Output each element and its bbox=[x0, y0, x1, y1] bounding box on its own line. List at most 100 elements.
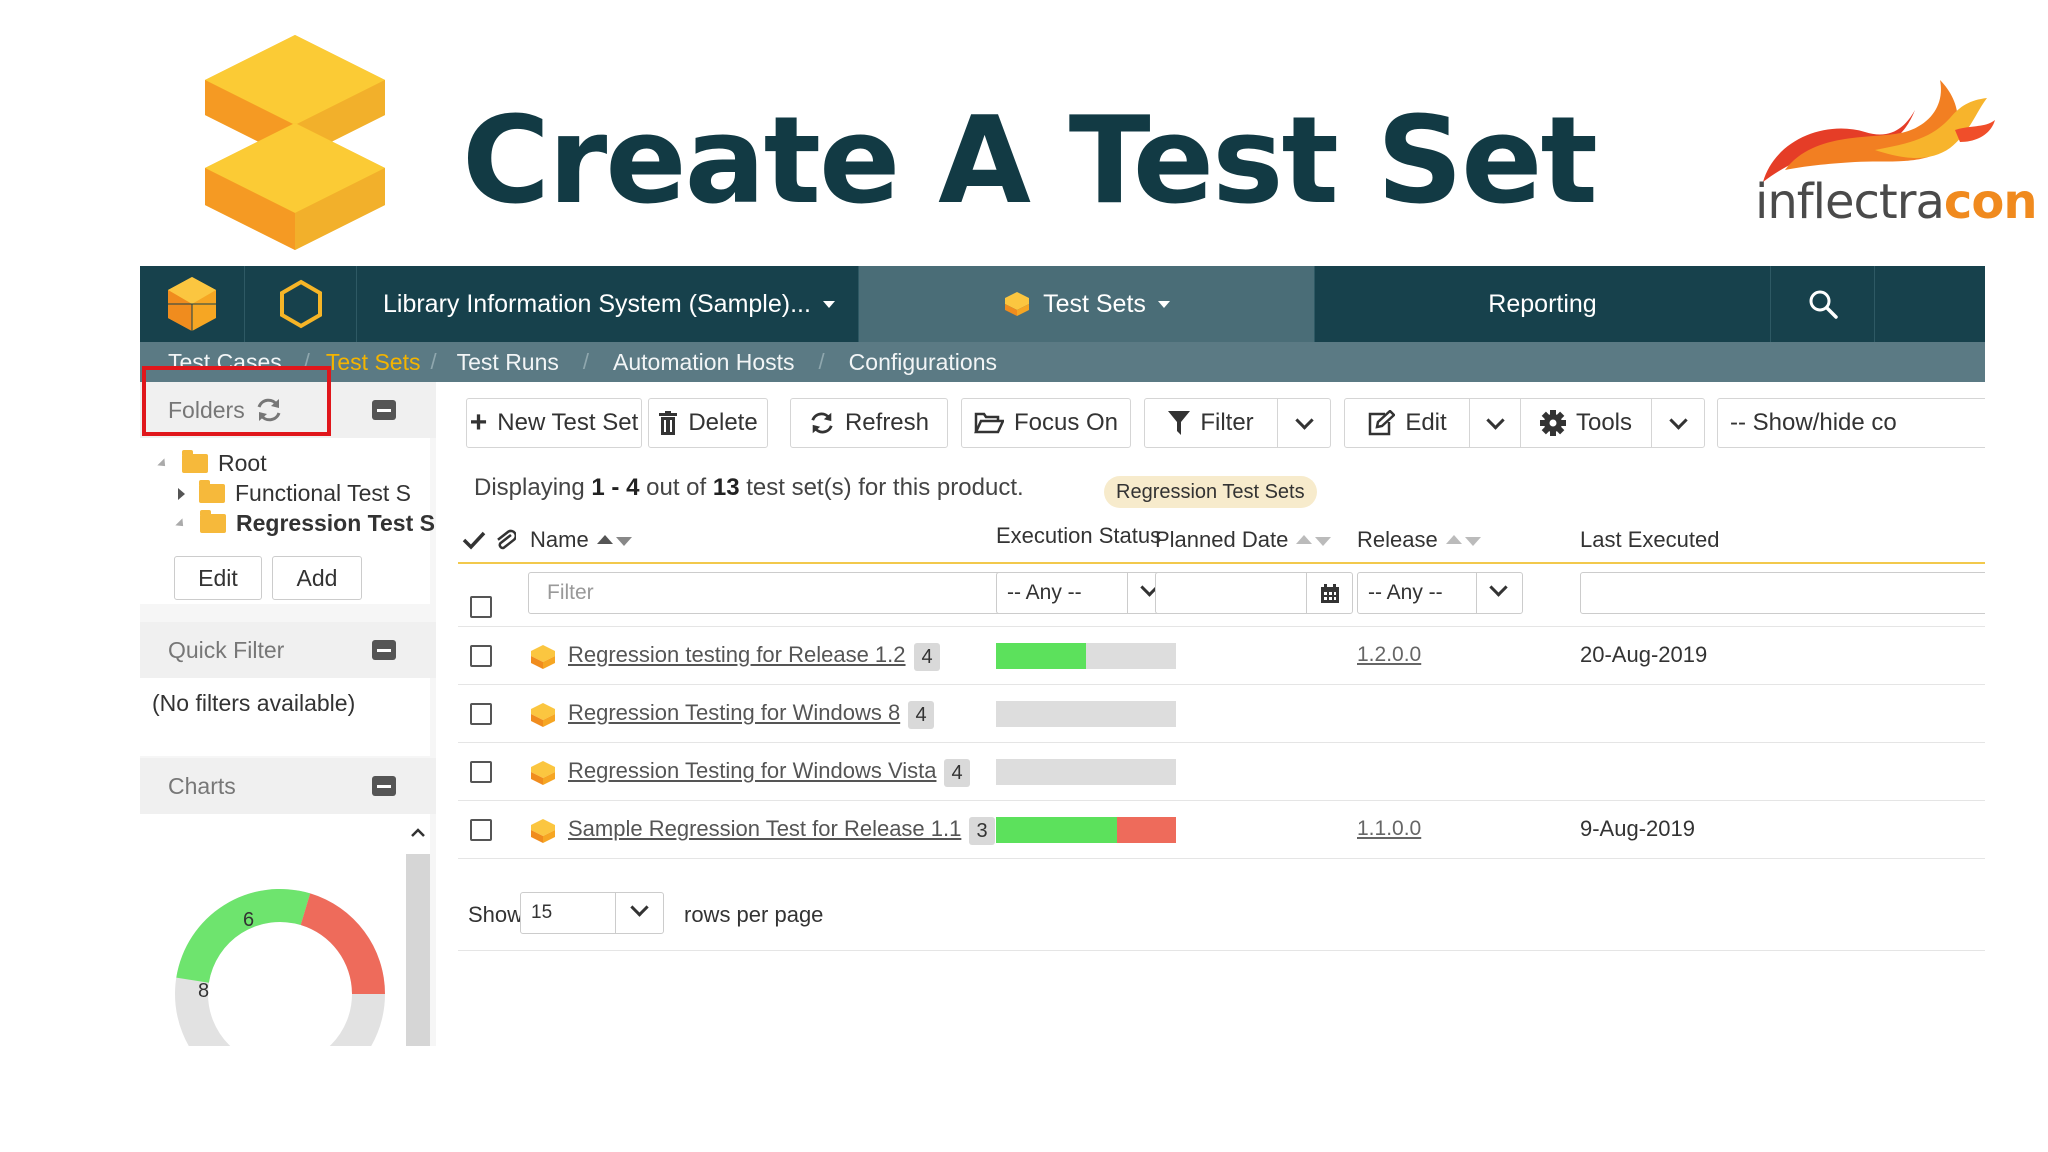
add-folder-button[interactable]: Add bbox=[272, 556, 362, 600]
last-executed-filter-input[interactable] bbox=[1580, 572, 1985, 614]
calendar-icon[interactable] bbox=[1320, 584, 1340, 604]
test-set-icon bbox=[531, 761, 555, 785]
release-link[interactable]: 1.2.0.0 bbox=[1357, 643, 1421, 667]
display-prefix: Displaying bbox=[474, 474, 585, 501]
edit-button[interactable]: Edit bbox=[1344, 398, 1470, 448]
edit-dropdown-toggle[interactable] bbox=[1469, 398, 1521, 448]
breadcrumb-separator: / bbox=[818, 349, 825, 374]
column-release-label: Release bbox=[1357, 527, 1438, 552]
filter-label: Filter bbox=[1200, 409, 1254, 436]
page-size-select[interactable]: 15 bbox=[520, 892, 664, 934]
row-checkbox[interactable] bbox=[470, 761, 492, 783]
test-set-name-link[interactable]: Sample Regression Test for Release 1.1 bbox=[568, 816, 961, 842]
release-filter-select[interactable]: -- Any -- bbox=[1357, 572, 1523, 614]
filter-dropdown-toggle[interactable] bbox=[1277, 398, 1331, 448]
subnav-test-runs[interactable]: Test Runs bbox=[457, 349, 559, 376]
quick-filter-header: Quick Filter bbox=[140, 622, 436, 678]
brand-text-part2: con bbox=[1943, 174, 2038, 230]
delete-button[interactable]: Delete bbox=[648, 398, 768, 448]
range-end: 4 bbox=[626, 474, 640, 501]
inflectracon-wordmark: inflectracon bbox=[1755, 172, 2037, 232]
collapse-folders-button[interactable] bbox=[372, 400, 396, 420]
reporting-link[interactable]: Reporting bbox=[1315, 266, 1771, 342]
range-dash: - bbox=[611, 474, 620, 501]
collapse-charts-button[interactable] bbox=[372, 776, 396, 796]
spira-logo-icon bbox=[168, 277, 216, 331]
select-all-checkmark-icon[interactable] bbox=[462, 522, 486, 558]
test-set-icon bbox=[1005, 292, 1030, 316]
row-checkbox[interactable] bbox=[470, 819, 492, 841]
select-divider bbox=[1127, 573, 1128, 613]
sort-arrows-icon[interactable] bbox=[596, 534, 632, 546]
refresh-button[interactable]: Refresh bbox=[790, 398, 948, 448]
column-header-release[interactable]: Release bbox=[1357, 522, 1481, 558]
tools-dropdown-toggle[interactable] bbox=[1651, 398, 1705, 448]
column-header-execution-status: Execution Status bbox=[996, 518, 1161, 554]
row-checkbox[interactable] bbox=[470, 645, 492, 667]
column-name-label: Name bbox=[530, 527, 589, 552]
tree-regression[interactable]: Regression Test S bbox=[175, 510, 435, 537]
main-content: + New Test Set Delete Refresh Focus On F… bbox=[458, 382, 1985, 1046]
workspace-hexagon-button[interactable] bbox=[245, 266, 357, 342]
edit-folder-button[interactable]: Edit bbox=[174, 556, 262, 600]
column-header-name[interactable]: Name bbox=[530, 522, 632, 558]
tree-functional[interactable]: Functional Test S bbox=[178, 480, 411, 507]
execution-status-filter-select[interactable]: -- Any -- bbox=[996, 572, 1176, 614]
checkmark-icon bbox=[462, 531, 486, 550]
search-button[interactable] bbox=[1771, 266, 1875, 342]
donut-segment-failed[interactable] bbox=[300, 893, 385, 994]
chart-scrollbar[interactable] bbox=[406, 854, 430, 1046]
collapse-quick-filter-button[interactable] bbox=[372, 640, 396, 660]
scroll-up-icon[interactable] bbox=[411, 828, 425, 837]
execution-status-bar bbox=[996, 701, 1176, 727]
row-divider bbox=[458, 800, 1985, 801]
folder-icon bbox=[182, 450, 208, 473]
subnav-configurations[interactable]: Configurations bbox=[849, 349, 997, 376]
caret-down-icon bbox=[1157, 300, 1170, 308]
no-filters-text: (No filters available) bbox=[152, 690, 356, 716]
paperclip-icon bbox=[497, 529, 516, 550]
test-set-name-link[interactable]: Regression testing for Release 1.2 bbox=[568, 642, 906, 668]
test-case-count-badge: 4 bbox=[944, 759, 970, 787]
home-logo-button[interactable] bbox=[140, 266, 245, 342]
tools-button[interactable]: Tools bbox=[1520, 398, 1652, 448]
test-set-name-link[interactable]: Regression Testing for Windows 8 bbox=[568, 700, 900, 726]
column-planned-date-label: Planned Date bbox=[1155, 527, 1289, 552]
last-executed-date: 9-Aug-2019 bbox=[1580, 816, 1695, 841]
column-header-planned-date[interactable]: Planned Date bbox=[1155, 522, 1332, 558]
test-set-name-link[interactable]: Regression Testing for Windows Vista bbox=[568, 758, 936, 784]
refresh-icon bbox=[811, 412, 833, 434]
brand-text-part1: inflectra bbox=[1755, 174, 1945, 230]
select-divider bbox=[615, 893, 616, 933]
new-test-set-button[interactable]: + New Test Set bbox=[466, 398, 642, 448]
folders-panel-body: Root Functional Test S Regression Test S… bbox=[140, 438, 435, 604]
edit-icon bbox=[1369, 410, 1396, 436]
tree-root[interactable]: Root bbox=[157, 450, 267, 477]
chevron-down-icon bbox=[1668, 410, 1688, 430]
plus-icon: + bbox=[469, 406, 488, 439]
row-checkbox[interactable] bbox=[470, 703, 492, 725]
new-test-set-highlight bbox=[142, 366, 331, 436]
column-header-last-executed[interactable]: Last Executed bbox=[1580, 522, 1719, 558]
select-divider bbox=[1476, 573, 1477, 613]
execution-status-bar bbox=[996, 759, 1176, 785]
filter-icon bbox=[1168, 411, 1191, 435]
sort-arrows-icon[interactable] bbox=[1445, 534, 1481, 546]
show-hide-columns-label: -- Show/hide co bbox=[1730, 409, 1897, 436]
select-all-checkbox[interactable] bbox=[470, 596, 492, 618]
row-divider bbox=[458, 626, 1985, 627]
release-link[interactable]: 1.1.0.0 bbox=[1357, 817, 1421, 841]
sort-arrows-icon[interactable] bbox=[1296, 534, 1332, 546]
show-hide-columns-select[interactable]: -- Show/hide co bbox=[1717, 398, 1985, 448]
row-divider bbox=[458, 858, 1985, 859]
planned-date-filter-input[interactable] bbox=[1155, 572, 1353, 614]
caret-down-icon bbox=[822, 300, 835, 308]
donut-segment-passed[interactable] bbox=[176, 889, 311, 983]
subnav-test-sets[interactable]: Test Sets bbox=[326, 349, 421, 376]
slide-title: Create A Test Set bbox=[462, 92, 1598, 231]
focus-on-button[interactable]: Focus On bbox=[961, 398, 1131, 448]
filter-button[interactable]: Filter bbox=[1144, 398, 1278, 448]
project-dropdown[interactable]: Library Information System (Sample)... bbox=[357, 266, 859, 342]
artifact-dropdown[interactable]: Test Sets bbox=[859, 266, 1315, 342]
subnav-automation-hosts[interactable]: Automation Hosts bbox=[613, 349, 795, 376]
